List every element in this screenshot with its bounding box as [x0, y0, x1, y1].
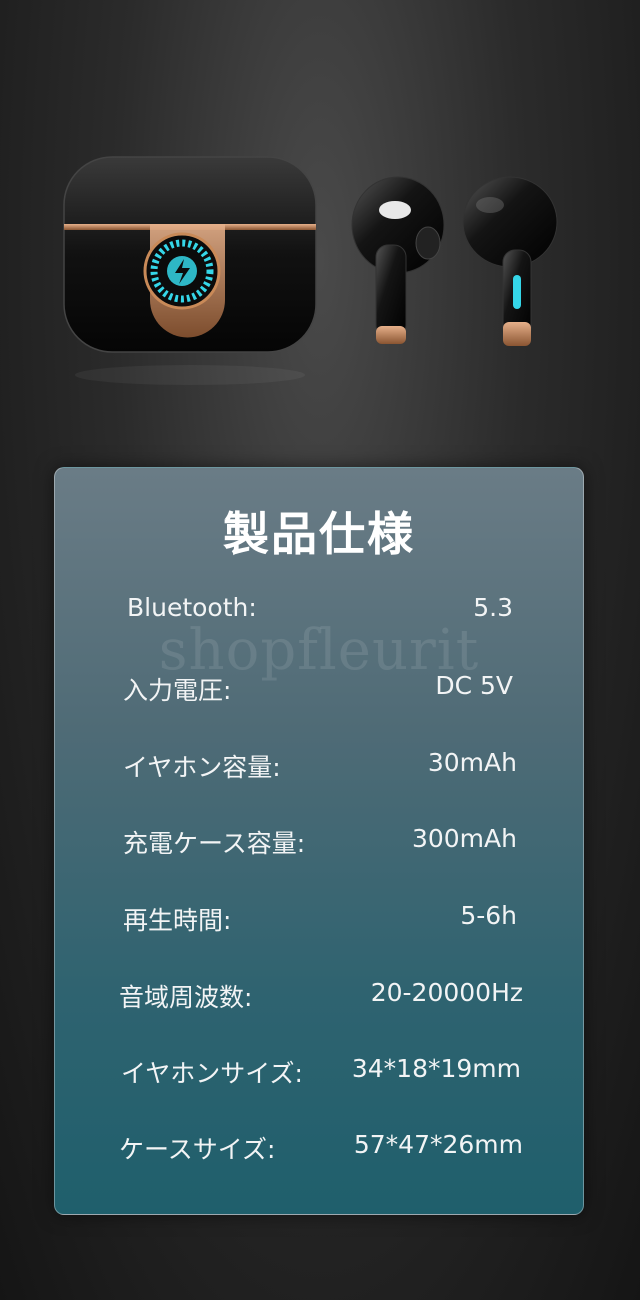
charging-case	[63, 156, 317, 385]
spec-value: DC 5V	[435, 671, 513, 700]
spec-label: 音域周波数:	[119, 983, 253, 1012]
spec-row: 入力電圧: DC 5V	[55, 671, 583, 711]
spec-value: 5.3	[473, 593, 513, 622]
spec-label: ケースサイズ:	[119, 1135, 276, 1164]
spec-label: Bluetooth:	[127, 593, 257, 622]
spec-row: Bluetooth: 5.3	[55, 593, 583, 633]
spec-row: 充電ケース容量: 300mAh	[55, 824, 583, 864]
right-earbud	[462, 176, 558, 346]
spec-label: 再生時間:	[123, 906, 232, 935]
spec-row: イヤホンサイズ: 34*18*19mm	[55, 1054, 583, 1094]
spec-label: 充電ケース容量:	[123, 829, 306, 858]
spec-label: 入力電圧:	[123, 676, 232, 705]
spec-row: ケースサイズ: 57*47*26mm	[55, 1130, 583, 1170]
spec-value: 34*18*19mm	[351, 1054, 521, 1083]
product-image	[0, 0, 640, 440]
left-earbud	[351, 176, 445, 344]
spec-value: 300mAh	[411, 824, 517, 853]
spec-label: イヤホンサイズ:	[121, 1059, 303, 1088]
spec-title: 製品仕様	[223, 507, 415, 561]
spec-label: イヤホン容量:	[123, 753, 281, 782]
spec-value: 5-6h	[460, 901, 517, 930]
spec-card: 製品仕様 shopfleurit Bluetooth: 5.3 入力電圧: DC…	[54, 467, 584, 1215]
spec-row: 再生時間: 5-6h	[55, 901, 583, 941]
spec-value: 30mAh	[427, 748, 517, 777]
spec-row: 音域周波数: 20-20000Hz	[55, 978, 583, 1018]
spec-value: 20-20000Hz	[370, 978, 523, 1007]
earbuds-illustration	[63, 156, 558, 385]
spec-row: イヤホン容量: 30mAh	[55, 748, 583, 788]
spec-value: 57*47*26mm	[353, 1130, 523, 1159]
